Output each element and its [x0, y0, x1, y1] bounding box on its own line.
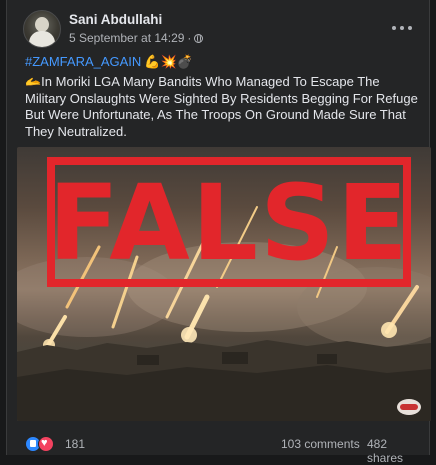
- post-image[interactable]: FALSE: [17, 147, 431, 421]
- more-dot: [400, 26, 404, 30]
- hashtag-line: #ZAMFARA_AGAIN 💪💥💣: [25, 54, 193, 70]
- author-name[interactable]: Sani Abdullahi: [69, 12, 162, 27]
- post-meta: 5 September at 14:29 ·: [69, 31, 204, 45]
- more-dot: [392, 26, 396, 30]
- hashtag-emojis: 💪💥💣: [144, 54, 193, 69]
- reaction-count[interactable]: 181: [65, 437, 85, 451]
- watermark-logo: [397, 399, 421, 415]
- post-footer: 181 103 comments 482 shares: [21, 434, 421, 465]
- love-reaction-icon[interactable]: [38, 436, 54, 452]
- false-stamp-text: FALSE: [48, 162, 410, 284]
- avatar-head: [35, 17, 49, 32]
- post-card: Sani Abdullahi 5 September at 14:29 · #ZA…: [6, 0, 431, 465]
- avatar-body: [29, 31, 55, 47]
- post-header: Sani Abdullahi 5 September at 14:29 ·: [21, 10, 421, 50]
- more-dot: [408, 26, 412, 30]
- post-text: 🫴In Moriki LGA Many Bandits Who Managed …: [25, 74, 418, 139]
- more-options-icon[interactable]: [391, 20, 413, 36]
- comments-count[interactable]: 103 comments: [281, 437, 360, 451]
- avatar[interactable]: [23, 10, 61, 48]
- meta-separator: ·: [187, 31, 192, 45]
- hashtag-link[interactable]: #ZAMFARA_AGAIN: [25, 54, 141, 69]
- globe-icon[interactable]: [194, 34, 204, 43]
- shares-count[interactable]: 482 shares: [367, 437, 421, 465]
- post-timestamp[interactable]: 5 September at 14:29: [69, 31, 184, 45]
